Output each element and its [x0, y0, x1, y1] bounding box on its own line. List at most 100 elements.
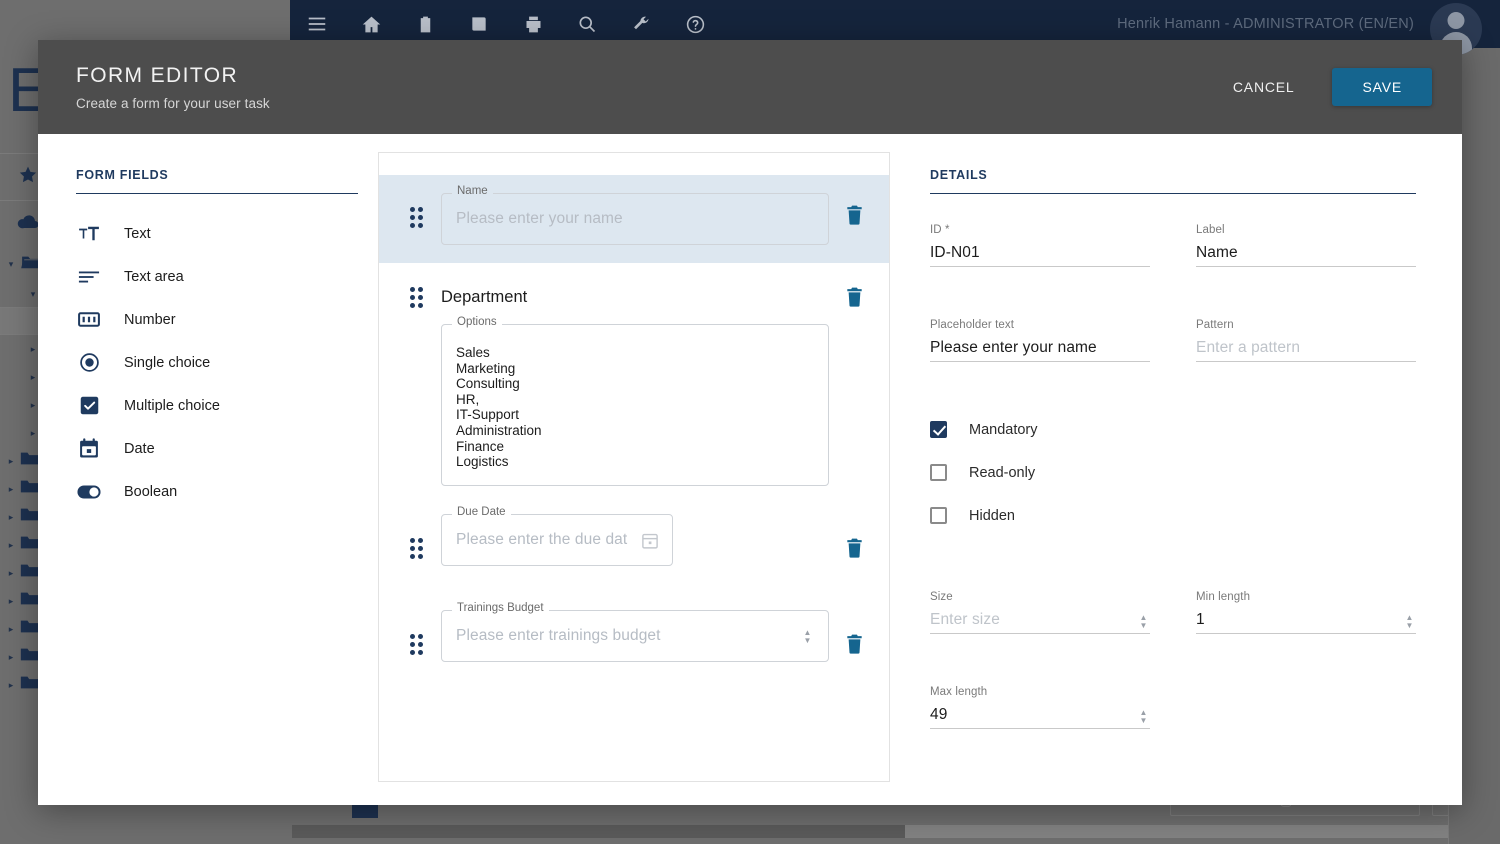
palette-item-date[interactable]: Date [76, 427, 378, 470]
field-label[interactable]: Label Name [1196, 194, 1416, 267]
field-max-length-value[interactable]: 49 [930, 706, 1131, 724]
trainings-budget-input[interactable]: Trainings Budget Please enter trainings … [441, 602, 829, 662]
form-canvas[interactable]: Name Please enter your name Department O… [378, 152, 890, 782]
palette-item-single-choice[interactable]: Single choice [76, 341, 378, 384]
checkbox-mandatory-label: Mandatory [969, 421, 1038, 438]
option-item: Marketing [456, 360, 516, 376]
chevron-right-icon[interactable]: ▸ [4, 568, 18, 579]
name-input-label: Name [452, 185, 493, 198]
trainings-budget-input-label: Trainings Budget [452, 602, 549, 615]
delete-trainings-budget-field-button[interactable] [841, 634, 867, 654]
avatar-head [1447, 12, 1465, 29]
field-min-length[interactable]: Min length 1 ▲ ▼ [1196, 561, 1416, 634]
palette-item-label: Text [124, 225, 151, 242]
field-pattern-value[interactable]: Enter a pattern [1196, 339, 1416, 357]
form-field-name[interactable]: Name Please enter your name [379, 175, 889, 263]
chevron-right-icon[interactable]: ▸ [4, 680, 18, 691]
name-input-placeholder: Please enter your name [456, 210, 623, 227]
cancel-button[interactable]: CANCEL [1221, 69, 1307, 105]
drag-handle-icon[interactable] [405, 538, 427, 559]
calendar-icon[interactable] [642, 532, 658, 549]
scrollbar-thumb[interactable] [292, 825, 905, 838]
field-min-length-value[interactable]: 1 [1196, 611, 1397, 629]
palette-item-boolean[interactable]: Boolean [76, 470, 378, 513]
palette-item-multiple-choice[interactable]: Multiple choice [76, 384, 378, 427]
page-title: FORM EDITOR [76, 63, 239, 87]
details-top-grid: ID * ID-N01 Label Name Placeholder text … [930, 194, 1416, 362]
details-number-grid: Size Enter size ▲ ▼ Min length 1 ▲ ▼ Max l… [930, 537, 1416, 729]
chevron-right-icon[interactable]: ▸ [4, 456, 18, 467]
palette-item-label: Single choice [124, 354, 211, 371]
form-field-trainings-budget[interactable]: Trainings Budget Please enter trainings … [379, 566, 889, 662]
chevron-right-icon[interactable]: ▸ [4, 596, 18, 607]
toggle-icon [76, 485, 102, 499]
trainings-budget-input-placeholder: Please enter trainings budget [456, 627, 661, 644]
background-horizontal-scrollbar[interactable] [292, 825, 1470, 838]
palette-item-text-area[interactable]: Text area [76, 255, 378, 298]
chevron-right-icon[interactable]: ▸ [4, 652, 18, 663]
form-field-department[interactable]: Department Options Sales Marketing Consu… [379, 263, 889, 486]
number-spinner-icon[interactable]: ▲ ▼ [1137, 709, 1150, 725]
checkbox-hidden-label: Hidden [969, 507, 1015, 524]
form-canvas-wrapper: Name Please enter your name Department O… [378, 134, 890, 805]
chevron-right-icon[interactable]: ▸ [4, 512, 18, 523]
checkbox-icon[interactable] [930, 507, 947, 524]
delete-name-field-button[interactable] [841, 205, 867, 225]
field-placeholder[interactable]: Placeholder text Please enter your name [930, 267, 1150, 362]
palette-item-label: Boolean [124, 483, 178, 500]
field-size-value[interactable]: Enter size [930, 611, 1131, 629]
option-item: Sales [456, 345, 490, 360]
field-min-length-label: Min length [1196, 591, 1251, 603]
chevron-right-icon[interactable]: ▸ [4, 540, 18, 551]
chevron-down-icon[interactable]: ▾ [4, 259, 18, 270]
department-options[interactable]: Options Sales Marketing Consulting HR, I… [441, 316, 829, 486]
chevron-right-icon[interactable]: ▸ [4, 484, 18, 495]
field-max-length[interactable]: Max length 49 ▲ ▼ [930, 634, 1150, 729]
checkbox-read-only[interactable]: Read-only [930, 451, 1416, 494]
palette-item-label: Text area [124, 268, 184, 285]
department-heading: Department [441, 288, 528, 306]
palette-item-text[interactable]: Text [76, 212, 378, 255]
text-format-icon [76, 225, 102, 243]
field-pattern[interactable]: Pattern Enter a pattern [1196, 267, 1416, 362]
form-field-due-date[interactable]: Due Date Please enter the due dat [379, 486, 889, 566]
details-checkboxes: Mandatory Read-only Hidden [930, 362, 1416, 537]
field-placeholder-value[interactable]: Please enter your name [930, 339, 1150, 357]
field-id[interactable]: ID * ID-N01 [930, 194, 1150, 267]
folder-icon [20, 675, 40, 695]
checkbox-icon[interactable] [930, 421, 947, 438]
delete-department-field-button[interactable] [841, 287, 867, 307]
star-icon [18, 165, 38, 190]
checkbox-mandatory[interactable]: Mandatory [930, 408, 1416, 451]
palette-divider [76, 193, 358, 194]
number-spinner-icon[interactable]: ▲ ▼ [801, 628, 814, 644]
number-spinner-icon[interactable]: ▲ ▼ [1403, 614, 1416, 630]
option-item: HR, [456, 391, 480, 407]
number-spinner-icon[interactable]: ▲ ▼ [1137, 614, 1150, 630]
field-id-value[interactable]: ID-N01 [930, 244, 1150, 262]
field-size[interactable]: Size Enter size ▲ ▼ [930, 561, 1150, 634]
palette-item-number[interactable]: Number [76, 298, 378, 341]
field-id-label: ID * [930, 224, 950, 236]
checkbox-hidden[interactable]: Hidden [930, 494, 1416, 537]
number-icon [76, 311, 102, 328]
field-label-label: Label [1196, 224, 1225, 236]
name-input[interactable]: Name Please enter your name [441, 185, 829, 245]
page-subtitle: Create a form for your user task [76, 95, 270, 111]
delete-due-date-field-button[interactable] [841, 538, 867, 558]
checkbox-icon[interactable] [930, 464, 947, 481]
chevron-right-icon[interactable]: ▸ [4, 624, 18, 635]
drag-handle-icon[interactable] [405, 207, 427, 228]
folder-icon [20, 563, 40, 583]
form-field-body: Name Please enter your name [441, 185, 829, 245]
save-button[interactable]: SAVE [1332, 68, 1432, 106]
option-item: IT-Support [456, 407, 520, 423]
palette-title: FORM FIELDS [76, 168, 169, 182]
due-date-input[interactable]: Due Date Please enter the due dat [441, 506, 673, 566]
drag-handle-icon[interactable] [405, 287, 427, 308]
department-options-label: Options [452, 316, 502, 329]
drag-handle-icon[interactable] [405, 634, 427, 655]
field-label-value[interactable]: Name [1196, 244, 1416, 262]
radio-button-icon [76, 352, 102, 373]
details-title: DETAILS [930, 168, 988, 182]
